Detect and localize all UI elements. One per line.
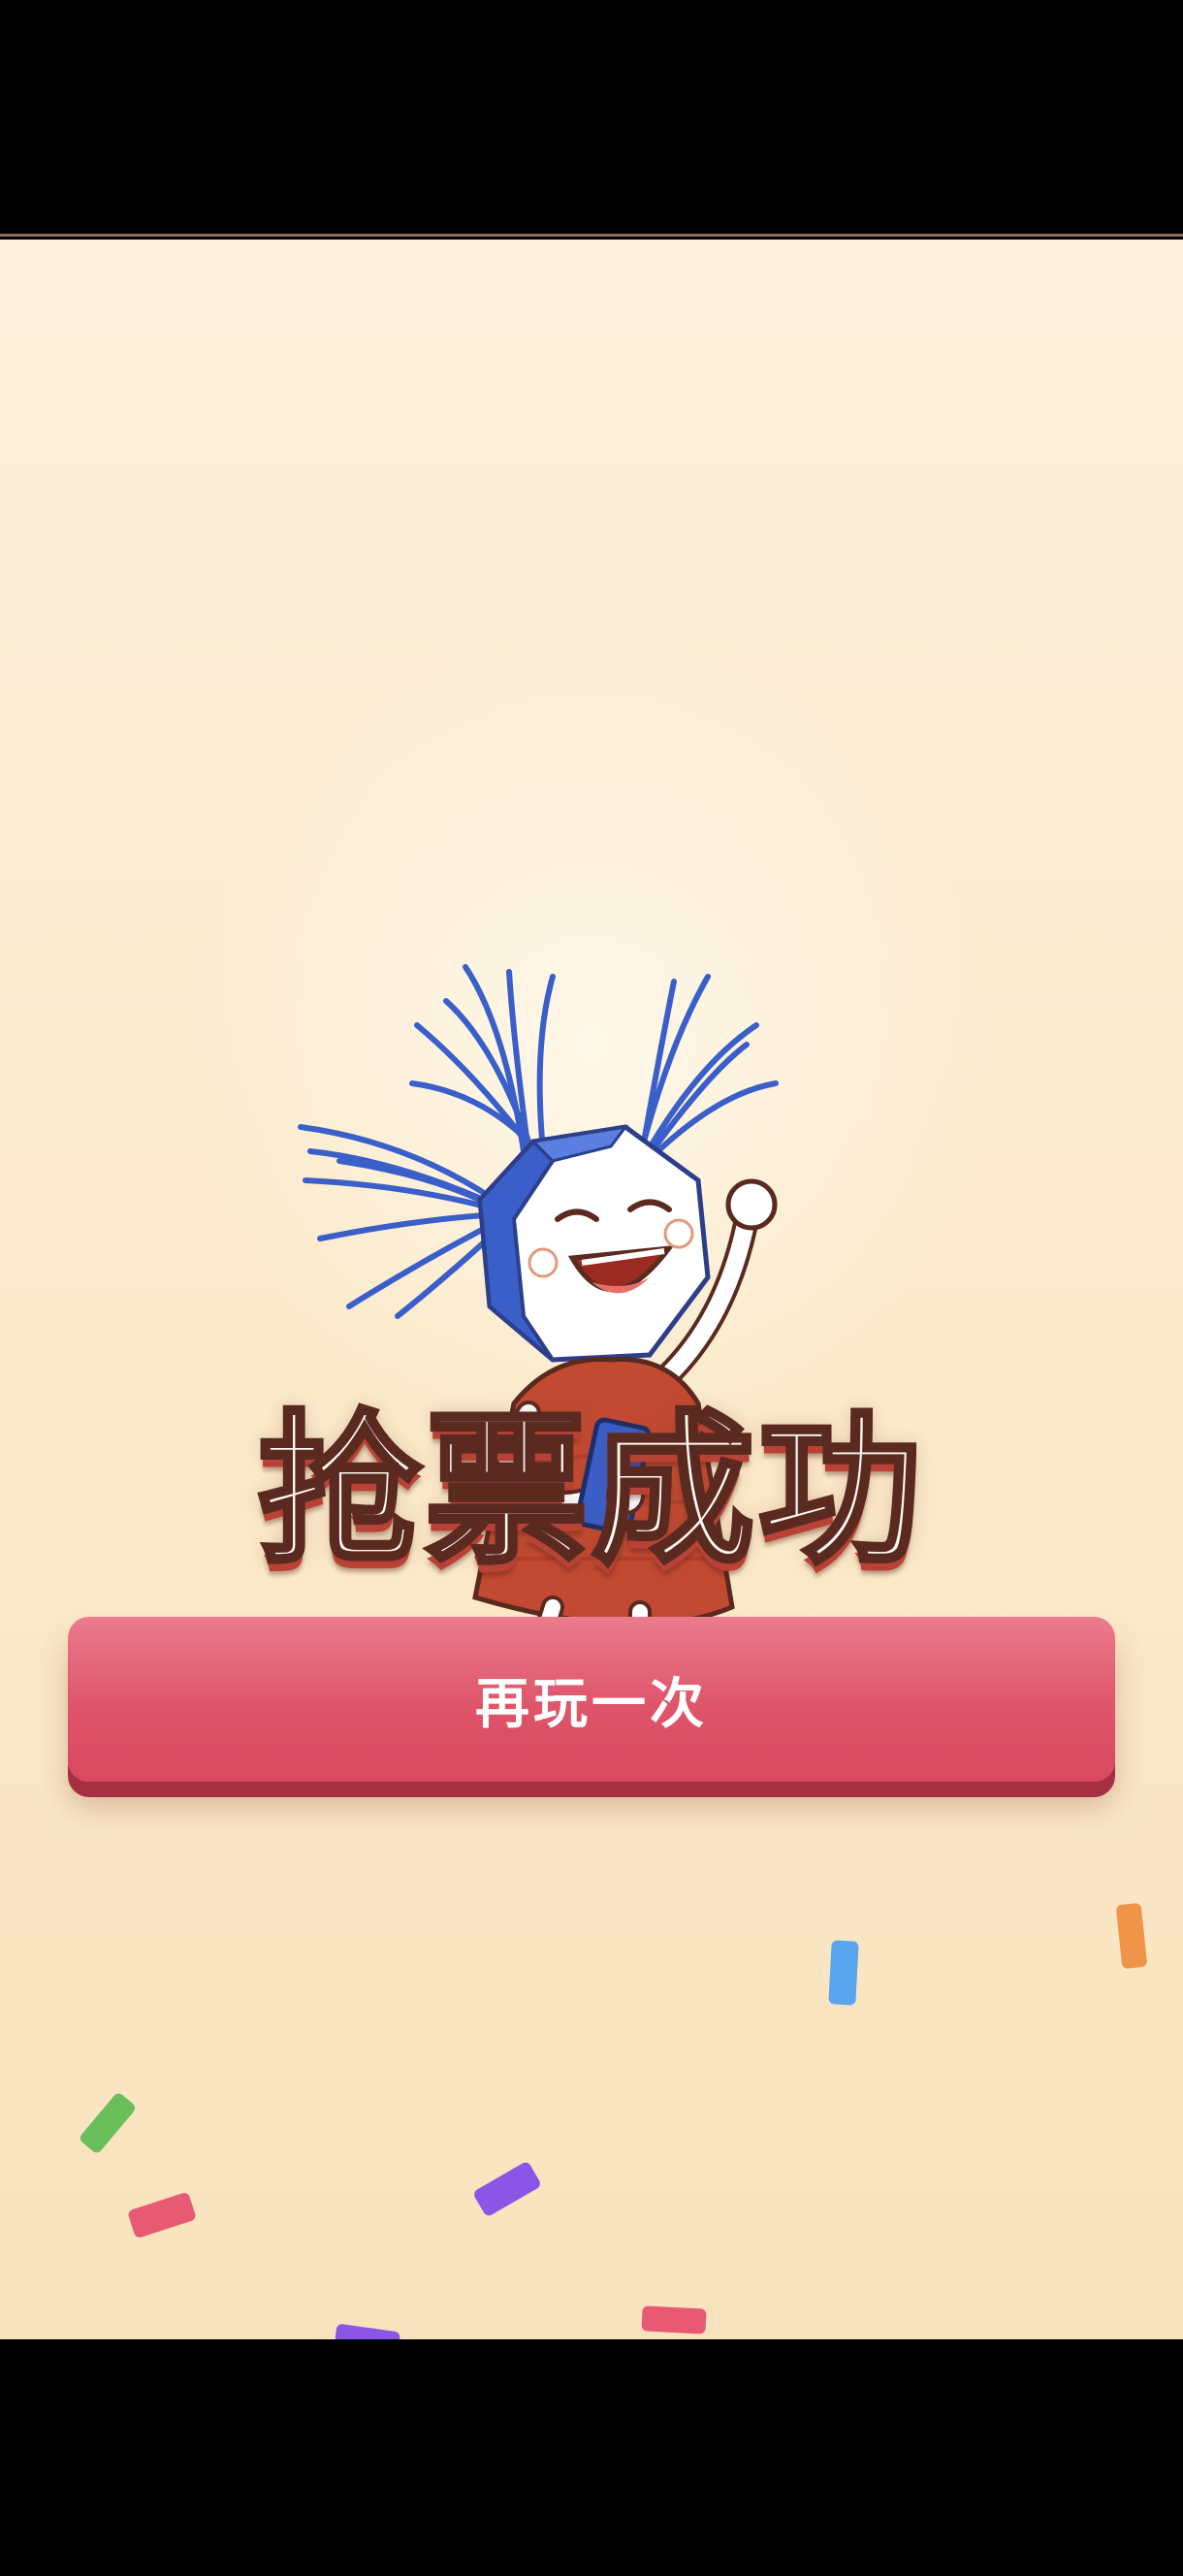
confetti-piece xyxy=(641,2305,707,2334)
play-again-button[interactable]: 再玩一次 xyxy=(68,1617,1115,1782)
confetti-piece xyxy=(126,2191,198,2239)
navigation-bar-area xyxy=(0,2339,1183,2576)
confetti-piece xyxy=(334,2323,401,2339)
confetti-piece xyxy=(1115,1902,1148,1970)
status-bar-area xyxy=(0,0,1183,237)
confetti-piece xyxy=(828,1940,859,2006)
confetti-piece xyxy=(471,2160,543,2218)
confetti-piece xyxy=(78,2091,138,2155)
success-title: 抢票成功 xyxy=(256,1394,925,1589)
success-screen: 抢票成功 再玩一次 xyxy=(0,240,1183,2339)
